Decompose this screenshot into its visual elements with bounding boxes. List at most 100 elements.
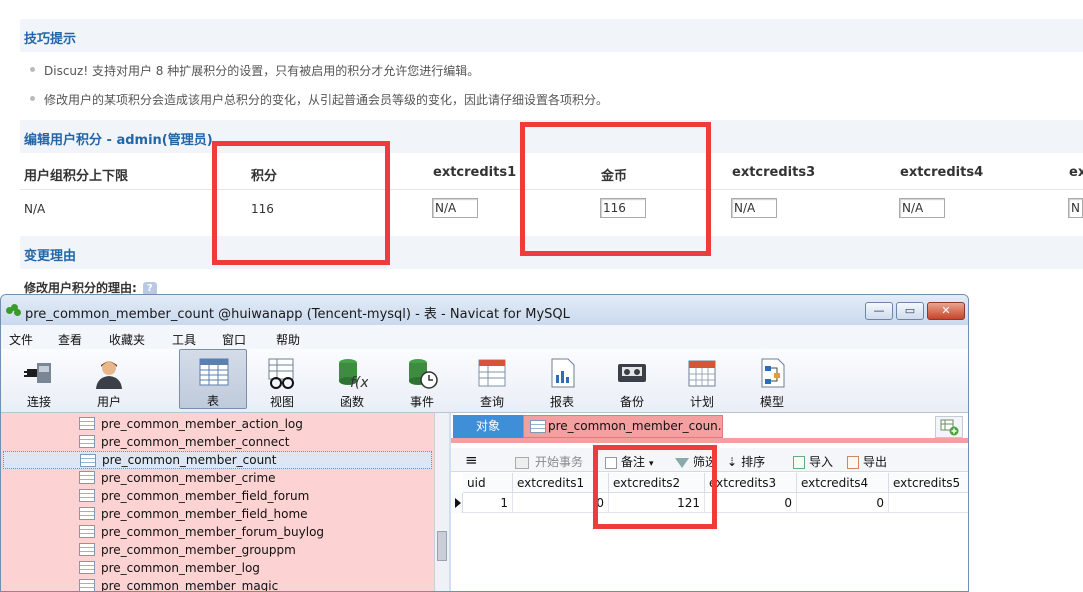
note-icon bbox=[605, 456, 617, 469]
menu-view[interactable]: 查看 bbox=[58, 331, 82, 348]
filter-icon bbox=[675, 457, 689, 468]
tree-item[interactable]: pre_common_member_field_forum bbox=[1, 487, 434, 505]
extcredits4-input[interactable] bbox=[899, 198, 945, 218]
tool-report[interactable]: 报表 bbox=[532, 353, 592, 409]
tool-function[interactable]: f(x) 函数 bbox=[322, 353, 382, 409]
close-button[interactable]: ✕ bbox=[927, 302, 965, 320]
tool-model[interactable]: 模型 bbox=[742, 353, 802, 409]
col-credits: 积分 bbox=[251, 169, 278, 184]
tree-item[interactable]: pre_common_member_forum_buylog bbox=[1, 523, 434, 541]
tree-item[interactable]: pre_common_member_field_home bbox=[1, 505, 434, 523]
table-icon bbox=[79, 435, 95, 448]
menu-favorites[interactable]: 收藏夹 bbox=[109, 331, 145, 348]
grid-cell[interactable]: 0 bbox=[797, 493, 889, 513]
main-toolbar: 连接 用户 表 视图 f(x 函数 事件 查询 报表 备份 计划 模型 bbox=[1, 349, 968, 413]
tab-strip: 对象 pre_common_member_coun... bbox=[451, 413, 968, 443]
menu-file[interactable]: 文件 bbox=[9, 331, 33, 348]
tool-backup[interactable]: 备份 bbox=[602, 353, 662, 409]
reason-title: 变更理由 bbox=[24, 249, 77, 264]
tree-item[interactable]: pre_common_member_log bbox=[1, 559, 434, 577]
tree-scrollbar[interactable] bbox=[434, 413, 449, 591]
tool-connect[interactable]: 连接 bbox=[9, 353, 69, 409]
add-table-icon bbox=[940, 419, 959, 436]
export-button[interactable]: 导出 bbox=[847, 453, 887, 470]
navicat-logo-icon bbox=[6, 304, 21, 316]
tool-event[interactable]: 事件 bbox=[392, 353, 452, 409]
table-icon bbox=[79, 471, 95, 484]
tips-title: 技巧提示 bbox=[24, 32, 77, 47]
grid-header-uid[interactable]: uid bbox=[463, 473, 513, 493]
minimize-button[interactable]: — bbox=[865, 302, 893, 320]
col-range: 用户组积分上下限 bbox=[24, 169, 129, 184]
sort-button[interactable]: ⇣ 排序 bbox=[727, 453, 765, 470]
tree-item-selected[interactable]: pre_common_member_count bbox=[3, 451, 432, 469]
object-tree: pre_common_member_action_log pre_common_… bbox=[1, 413, 434, 591]
extcredits1-input[interactable] bbox=[432, 198, 478, 218]
col-extcredits1: extcredits1 bbox=[433, 165, 517, 180]
begin-transaction-button[interactable]: 开始事务 bbox=[515, 453, 583, 470]
grid-header-extcredits5[interactable]: extcredits5 bbox=[889, 473, 968, 493]
dropdown-arrow-icon: ▾ bbox=[649, 459, 654, 469]
event-clock-icon bbox=[409, 359, 438, 389]
table-icon bbox=[79, 579, 95, 591]
report-icon bbox=[551, 358, 575, 388]
import-icon bbox=[793, 456, 805, 469]
content-pane: 对象 pre_common_member_coun... ≡ 开始事务 备注 ▾… bbox=[451, 413, 968, 591]
extcredits5-input[interactable] bbox=[1068, 198, 1083, 218]
sort-icon: ⇣ bbox=[727, 455, 738, 469]
tree-item[interactable]: pre_common_member_magic bbox=[1, 577, 434, 591]
menu-tools[interactable]: 工具 bbox=[172, 331, 196, 348]
scrollbar-thumb[interactable] bbox=[437, 531, 447, 561]
tree-item[interactable]: pre_common_member_connect bbox=[1, 433, 434, 451]
table-icon bbox=[79, 507, 95, 520]
tree-item[interactable]: pre_common_member_crime bbox=[1, 469, 434, 487]
menu-bar: 文件 查看 收藏夹 工具 窗口 帮助 bbox=[1, 325, 968, 349]
grid-cell[interactable] bbox=[889, 493, 968, 513]
title-bar[interactable]: pre_common_member_count @huiwanapp (Tenc… bbox=[1, 295, 968, 325]
menu-icon[interactable]: ≡ bbox=[465, 451, 478, 469]
grid-header-extcredits4[interactable]: extcredits4 bbox=[797, 473, 889, 493]
window-title: pre_common_member_count @huiwanapp (Tenc… bbox=[25, 307, 570, 322]
tree-item[interactable]: pre_common_member_action_log bbox=[1, 415, 434, 433]
edit-title: 编辑用户积分 - admin(管理员) bbox=[24, 133, 213, 148]
import-button[interactable]: 导入 bbox=[793, 453, 833, 470]
navicat-window: pre_common_member_count @huiwanapp (Tenc… bbox=[0, 294, 969, 592]
grid-header-extcredits2[interactable]: extcredits2 bbox=[609, 473, 705, 493]
tool-view[interactable]: 视图 bbox=[252, 353, 312, 409]
menu-help[interactable]: 帮助 bbox=[276, 331, 300, 348]
table-icon bbox=[79, 543, 95, 556]
tool-user[interactable]: 用户 bbox=[79, 353, 139, 409]
col-extcredits3: extcredits3 bbox=[732, 165, 816, 180]
tool-query[interactable]: 查询 bbox=[462, 353, 522, 409]
grid-cell[interactable]: 121 bbox=[609, 493, 705, 513]
svg-text:f(x): f(x) bbox=[350, 375, 368, 389]
note-button[interactable]: 备注 ▾ bbox=[605, 453, 654, 470]
grid-cell[interactable]: 0 bbox=[513, 493, 609, 513]
grid-cell[interactable]: 0 bbox=[705, 493, 797, 513]
gold-input[interactable] bbox=[600, 198, 646, 218]
tab-table[interactable]: pre_common_member_coun... bbox=[523, 415, 723, 438]
credits-value: 116 bbox=[251, 202, 274, 216]
filter-button[interactable]: 筛选 bbox=[675, 453, 717, 470]
current-row-indicator-icon bbox=[451, 493, 463, 513]
table-toolbar: ≡ 开始事务 备注 ▾ 筛选 ⇣ 排序 导入 导出 bbox=[451, 448, 968, 472]
tab-objects[interactable]: 对象 bbox=[453, 415, 523, 438]
grid-header-extcredits3[interactable]: extcredits3 bbox=[705, 473, 797, 493]
new-tab-button[interactable] bbox=[935, 416, 963, 438]
tip-item: Discuz! 支持对用户 8 种扩展积分的设置，只有被启用的积分才允许您进行编… bbox=[30, 62, 479, 79]
menu-window[interactable]: 窗口 bbox=[222, 331, 246, 348]
extcredits3-input[interactable] bbox=[731, 198, 777, 218]
grid-header-extcredits1[interactable]: extcredits1 bbox=[513, 473, 609, 493]
tool-schedule[interactable]: 计划 bbox=[672, 353, 732, 409]
backup-tape-icon bbox=[618, 364, 646, 382]
tree-item[interactable]: pre_common_member_grouppm bbox=[1, 541, 434, 559]
maximize-button[interactable]: ▭ bbox=[896, 302, 924, 320]
view-icon bbox=[268, 358, 294, 389]
tool-table[interactable]: 表 bbox=[179, 349, 247, 409]
export-icon bbox=[847, 456, 859, 469]
grid-cell[interactable]: 1 bbox=[463, 493, 513, 513]
edit-header: 编辑用户积分 - admin(管理员) bbox=[20, 119, 1083, 153]
screen: 技巧提示 Discuz! 支持对用户 8 种扩展积分的设置，只有被启用的积分才允… bbox=[0, 0, 1083, 592]
table-icon bbox=[199, 358, 229, 386]
reason-header: 变更理由 bbox=[20, 235, 1083, 269]
